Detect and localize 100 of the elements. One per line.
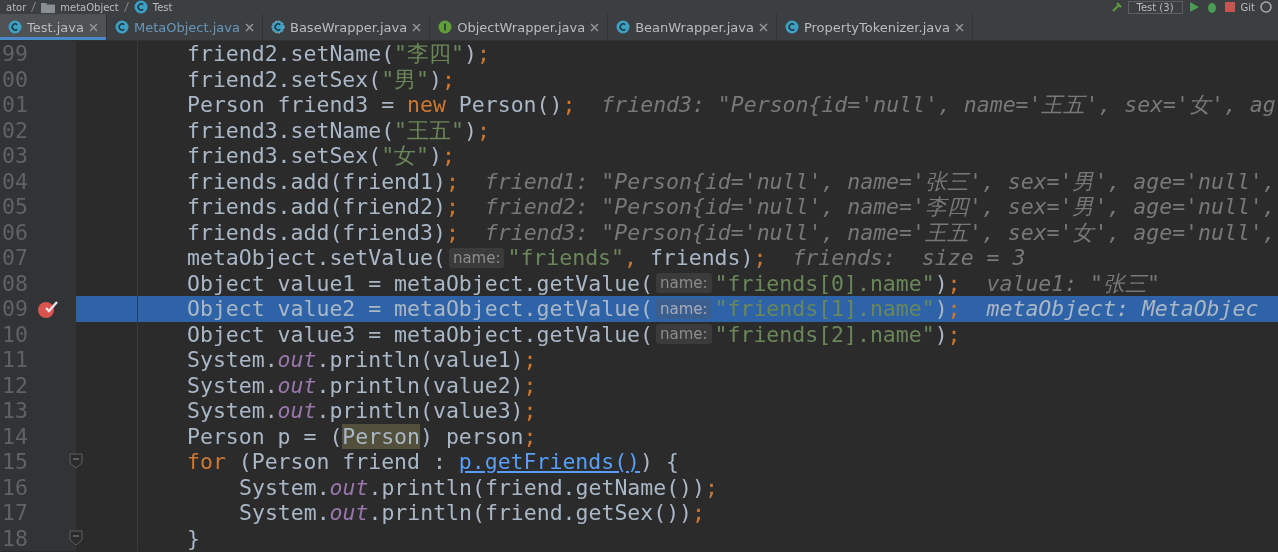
inline-debug-value: value1: "张三" xyxy=(986,270,1160,296)
punctuation: ; xyxy=(442,66,455,92)
code-text: .println(friend.getSex()) xyxy=(368,500,693,526)
close-icon[interactable] xyxy=(89,22,98,32)
code-text: .println(value2) xyxy=(316,372,524,398)
method-link[interactable]: p.getFriends() xyxy=(458,449,641,475)
code-text: (Person friend : xyxy=(237,449,447,475)
run-configuration-dropdown[interactable]: Test (3) xyxy=(1127,0,1183,14)
hammer-icon[interactable] xyxy=(1110,1,1123,13)
parameter-hint: name: xyxy=(656,324,712,345)
code-text: friend3.setSex( xyxy=(187,143,382,169)
code-text: metaObject.setValue( xyxy=(187,245,446,271)
close-icon[interactable] xyxy=(758,22,768,32)
punctuation: ; xyxy=(947,270,961,296)
keyword: new xyxy=(407,92,446,118)
class-icon xyxy=(8,20,22,34)
string-literal: "王五" xyxy=(394,117,464,143)
punctuation: ; xyxy=(523,423,537,449)
code-text: Object value3 = metaObject.getValue( xyxy=(187,321,653,347)
fold-marker-icon[interactable] xyxy=(69,529,83,546)
string-literal: "男" xyxy=(381,66,430,92)
punctuation: ; xyxy=(523,398,537,424)
punctuation: ; xyxy=(445,219,459,245)
code-text: System. xyxy=(239,500,330,526)
close-icon[interactable] xyxy=(954,22,964,32)
code-text: ) xyxy=(934,321,948,347)
close-icon[interactable] xyxy=(412,22,422,32)
vcs-label: Git xyxy=(1240,1,1255,13)
code-text: Person() xyxy=(457,92,563,118)
code-text: .println(friend.getName()) xyxy=(368,474,705,500)
close-icon[interactable] xyxy=(245,22,254,32)
punctuation: ; xyxy=(947,296,961,322)
close-icon[interactable] xyxy=(590,22,600,32)
string-literal: "friends[2].name" xyxy=(714,321,935,347)
code-text: Object value2 = metaObject.getValue( xyxy=(187,296,653,322)
interface-icon xyxy=(438,20,453,34)
string-literal: "friends[1].name" xyxy=(714,296,935,322)
punctuation: ; xyxy=(445,194,459,220)
class-icon xyxy=(271,20,285,34)
code-text: } xyxy=(187,525,200,551)
code-text: friends.add(friend2) xyxy=(187,194,446,220)
code-text: ) xyxy=(934,270,948,296)
punctuation: ; xyxy=(562,92,576,118)
class-icon xyxy=(784,20,799,34)
code-text: System. xyxy=(187,398,278,424)
breadcrumb-separator-icon xyxy=(31,2,37,12)
punctuation: , xyxy=(624,245,637,271)
class-icon xyxy=(133,0,148,14)
static-field: out xyxy=(329,474,369,500)
code-text: .println(value1) xyxy=(316,347,524,373)
code-text: Person friend3 = xyxy=(187,92,396,118)
code-text: friends.add(friend1) xyxy=(187,168,446,194)
code-text: friends) xyxy=(648,245,754,271)
breadcrumb-item[interactable]: Test xyxy=(152,1,173,13)
editor-tab[interactable]: MetaObject.java xyxy=(107,14,263,40)
code-text: ) { xyxy=(640,449,679,475)
inline-debug-value: metaObject: MetaObjec xyxy=(986,296,1259,322)
punctuation: ; xyxy=(947,321,961,347)
code-text: friend2.setName( xyxy=(187,41,395,67)
punctuation: ; xyxy=(476,41,490,67)
code-text: friend2.setSex( xyxy=(187,66,382,92)
usage-highlight: Person xyxy=(342,423,420,449)
code-text: ) xyxy=(934,296,948,322)
class-icon xyxy=(115,20,129,34)
punctuation: ; xyxy=(523,372,537,398)
string-literal: "女" xyxy=(381,143,430,169)
code-text: ) xyxy=(429,143,442,169)
punctuation: ; xyxy=(442,143,455,169)
punctuation: ; xyxy=(692,500,705,526)
code-text: ) xyxy=(429,66,442,92)
editor-tab[interactable]: BaseWrapper.java xyxy=(263,14,431,40)
keyword: for xyxy=(187,449,226,475)
code-text: ) person xyxy=(420,423,524,449)
class-icon xyxy=(616,20,631,34)
string-literal: "李四" xyxy=(394,41,464,67)
editor-tab[interactable]: BeanWrapper.java xyxy=(608,14,777,40)
punctuation: ; xyxy=(705,474,718,500)
editor-tab[interactable]: Test.java xyxy=(0,14,107,40)
breadcrumb-separator-icon xyxy=(123,2,129,12)
code-text: .println(value3) xyxy=(316,398,524,424)
code-text: System. xyxy=(187,347,278,373)
breadcrumb-item[interactable]: ator xyxy=(6,1,27,13)
inline-debug-value: friend3: "Person{id='null', name='王五', sex='女', age='null', xyxy=(484,219,1276,245)
stop-icon[interactable] xyxy=(1223,1,1236,13)
static-field: out xyxy=(277,372,317,398)
code-text: System. xyxy=(239,474,330,500)
code-text: Object value1 = metaObject.getValue( xyxy=(187,270,653,296)
code-text: ) xyxy=(464,41,477,67)
inline-debug-value: friend1: "Person{id='null', name='张三', sex='男', age='null', xyxy=(484,168,1276,194)
editor-tab[interactable]: ObjectWrapper.java xyxy=(430,14,609,40)
breadcrumb-item[interactable]: metaObject xyxy=(60,1,119,13)
punctuation: ; xyxy=(445,168,459,194)
parameter-hint: name: xyxy=(448,247,505,268)
editor-tab[interactable]: PropertyTokenizer.java xyxy=(776,14,973,40)
punctuation: ; xyxy=(753,245,767,271)
inline-debug-value: friends: size = 3 xyxy=(792,245,1026,271)
static-field: out xyxy=(329,500,369,526)
code-text: ) xyxy=(464,117,477,143)
parameter-hint: name: xyxy=(656,273,712,294)
fold-marker-icon[interactable] xyxy=(69,453,83,469)
